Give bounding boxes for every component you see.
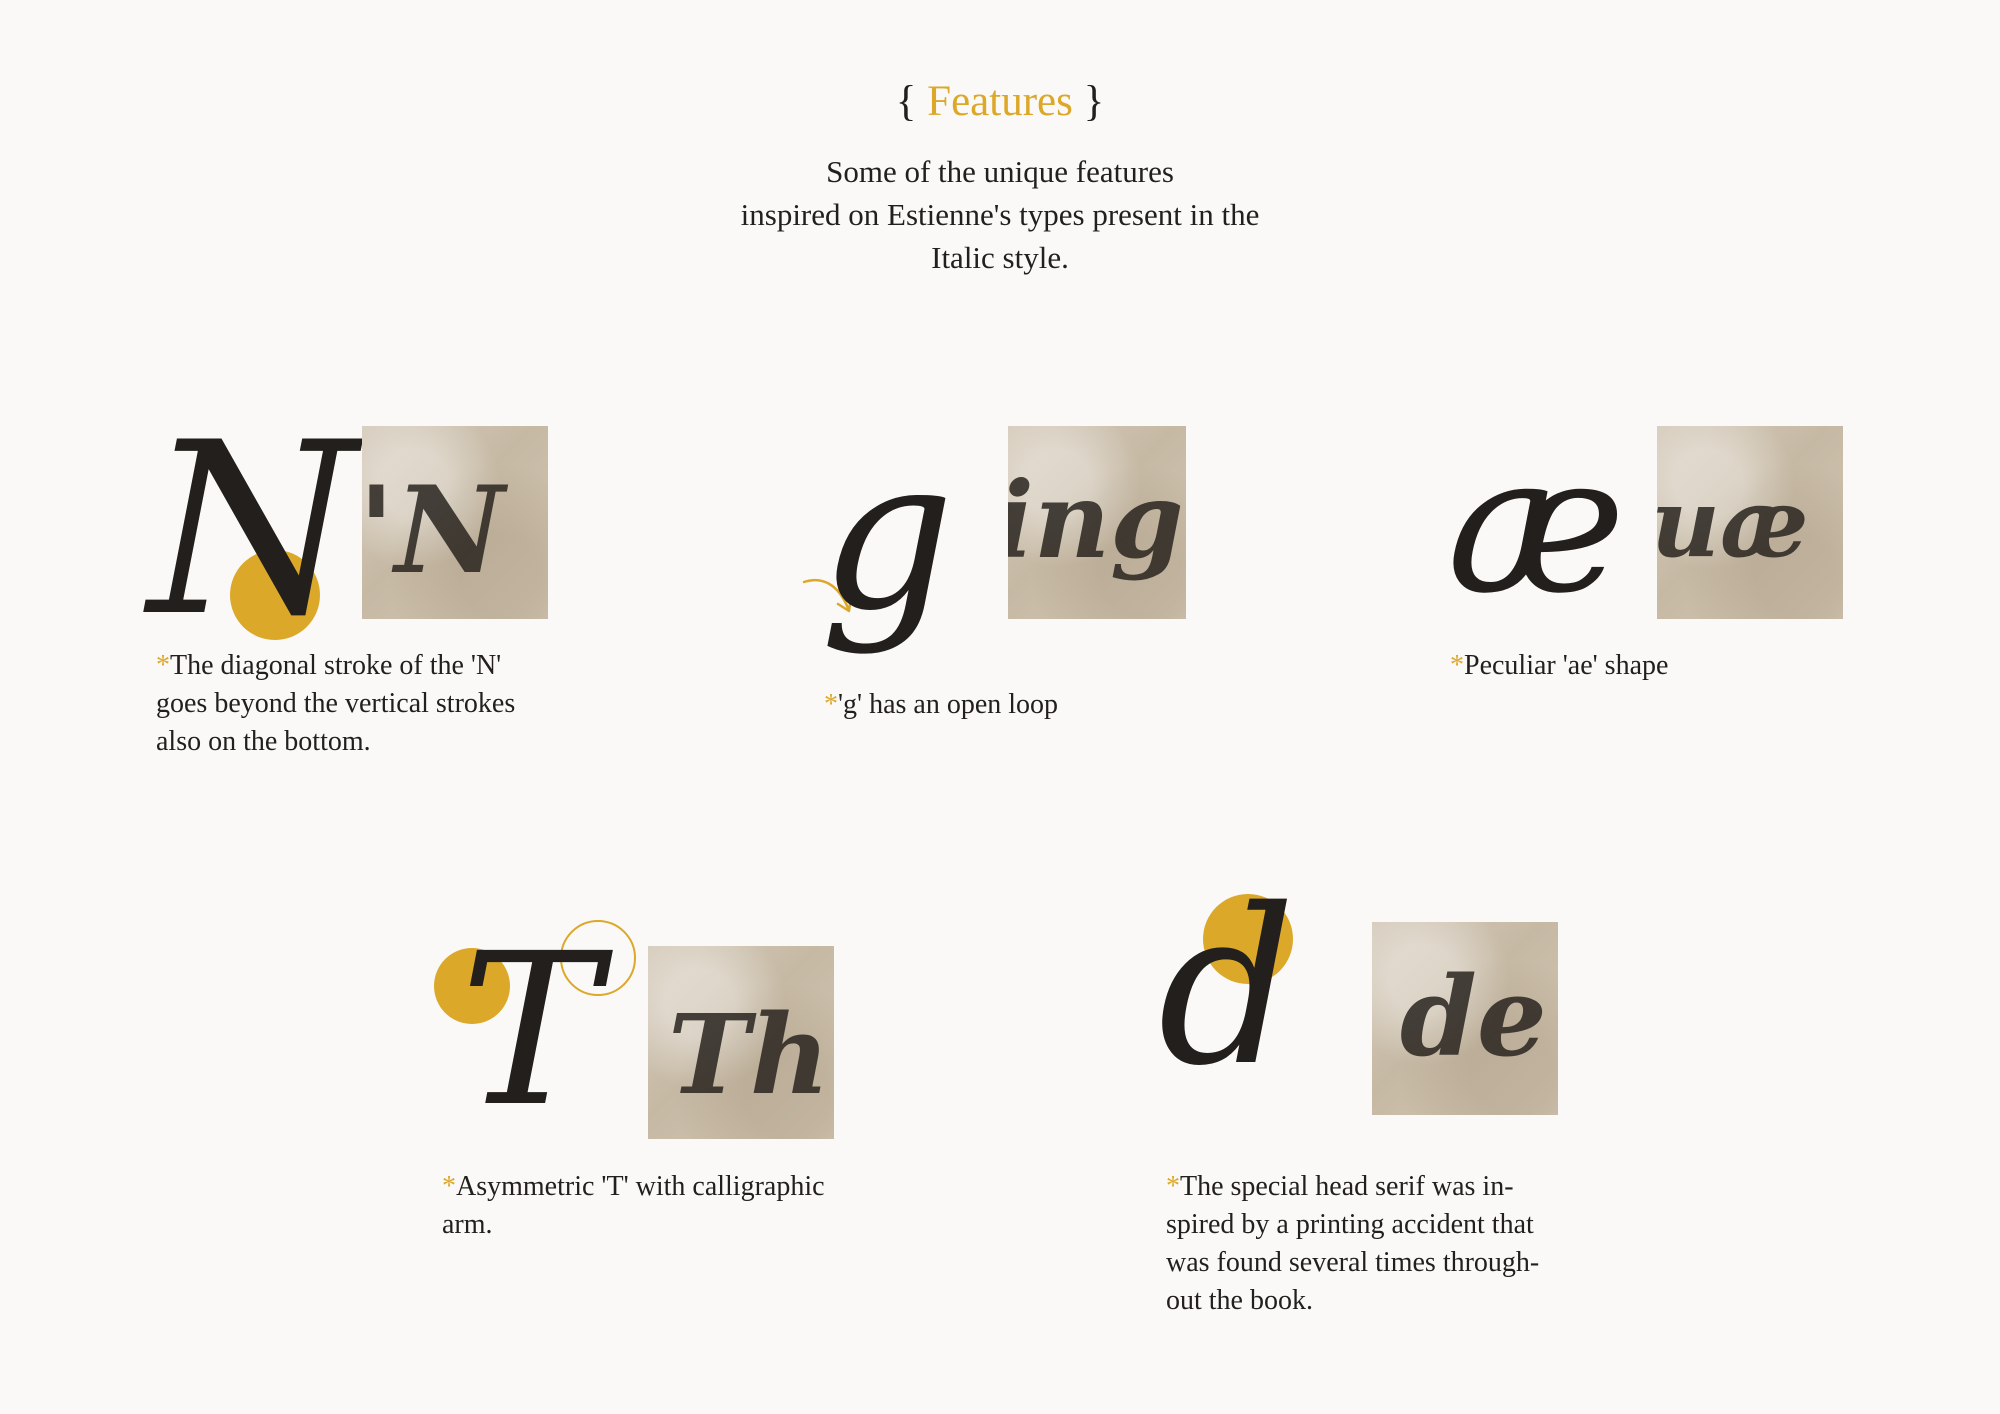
specimen-text: 'N: [362, 460, 505, 601]
intro-line: Some of the unique features: [826, 154, 1174, 189]
specimen-text: uæ p: [1657, 468, 1843, 579]
specimen-text: ingu: [1008, 458, 1186, 582]
glyph-n: N: [148, 392, 357, 669]
glyph-ae: æ: [1447, 414, 1626, 635]
intro-paragraph: Some of the unique features inspired on …: [600, 150, 1400, 279]
specimen-photo-n: 'N: [362, 426, 548, 619]
title-brace-close: }: [1083, 78, 1105, 125]
glyph-g: g: [820, 412, 955, 657]
caption-line: Asymmetric 'T' with calligraphic: [456, 1171, 825, 1202]
asterisk-mark: *: [156, 650, 170, 681]
specimen-photo-d: de: [1372, 922, 1558, 1115]
caption-line: was found several times through-: [1166, 1247, 1540, 1278]
caption-t: *Asymmetric 'T' with calligraphic arm.: [442, 1168, 872, 1244]
caption-line: out the book.: [1166, 1285, 1313, 1316]
asterisk-mark: *: [824, 689, 838, 720]
caption-line: 'g' has an open loop: [838, 689, 1059, 720]
caption-n: *The diagonal stroke of the 'N' goes bey…: [156, 647, 576, 761]
specimen-photo-g: ingu: [1008, 426, 1186, 619]
specimen-text: de: [1400, 952, 1547, 1081]
title-text: Features: [927, 78, 1073, 125]
caption-line: The special head serif was in-: [1180, 1171, 1514, 1202]
caption-line: Peculiar 'ae' shape: [1464, 650, 1669, 681]
specimen-photo-t: Th: [648, 946, 834, 1139]
title-brace-open: {: [895, 78, 917, 125]
intro-line: inspired on Estienne's types present in …: [740, 197, 1260, 232]
caption-line: The diagonal stroke of the 'N': [170, 650, 502, 681]
caption-line: arm.: [442, 1209, 493, 1240]
caption-line: goes beyond the vertical strokes: [156, 688, 516, 719]
caption-ae: *Peculiar 'ae' shape: [1450, 647, 1870, 685]
specimen-photo-ae: uæ p: [1657, 426, 1843, 619]
caption-line: spired by a printing accident that: [1166, 1209, 1534, 1240]
glyph-d: d: [1158, 862, 1296, 1113]
specimen-text: Th: [668, 990, 830, 1119]
caption-g: *'g' has an open loop: [824, 686, 1244, 724]
asterisk-mark: *: [1166, 1171, 1180, 1202]
intro-line: Italic style.: [931, 240, 1069, 275]
asterisk-mark: *: [1450, 650, 1464, 681]
asterisk-mark: *: [442, 1171, 456, 1202]
caption-d: *The special head serif was in- spired b…: [1166, 1168, 1586, 1320]
page-title: { Features }: [0, 70, 2000, 134]
glyph-t: T: [460, 908, 601, 1153]
caption-line: also on the bottom.: [156, 726, 371, 757]
